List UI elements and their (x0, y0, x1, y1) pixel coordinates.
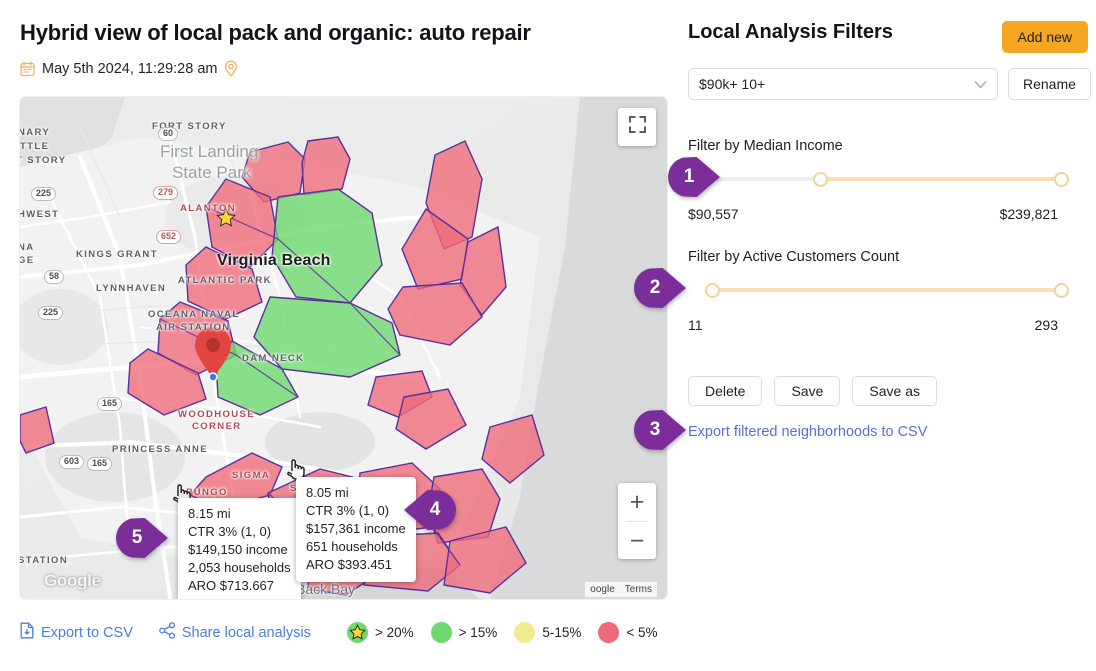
map-tooltip-right: 8.05 mi CTR 3% (1, 0) $157,361 income 65… (296, 477, 416, 582)
callout-number: 2 (650, 277, 661, 299)
map-zoom-controls[interactable]: + − (618, 483, 656, 559)
median-income-min: $90,557 (688, 206, 739, 222)
app-root: Hybrid view of local pack and organic: a… (0, 0, 1096, 671)
attribution-google: oogle (585, 582, 619, 597)
tooltip-line: 651 households (306, 538, 406, 556)
page-title: Hybrid view of local pack and organic: a… (20, 20, 531, 46)
tooltip-line: $157,361 income (306, 520, 406, 538)
share-icon (159, 622, 176, 643)
share-label: Share local analysis (182, 625, 311, 641)
file-download-icon (20, 622, 35, 643)
route-shield: 225 (31, 187, 56, 201)
callout-badge-5: 5 (116, 518, 168, 558)
active-customers-range: 11 293 (688, 317, 1058, 333)
filter-actions: Delete Save Save as (688, 376, 937, 406)
location-pin-icon (224, 60, 238, 77)
report-timestamp: May 5th 2024, 11:29:28 am (42, 61, 217, 77)
callout-badge-3: 3 (634, 410, 686, 450)
map-attribution[interactable]: oogle Terms (585, 582, 657, 597)
filter-select[interactable]: $90k+ 10+ (688, 68, 998, 100)
legend-item-under-5: < 5% (598, 622, 657, 643)
callout-badge-4: 4 (404, 490, 456, 530)
slider-handle-min[interactable] (705, 283, 720, 298)
local-analysis-filters-panel: Local Analysis Filters Add new $90k+ 10+… (688, 0, 1096, 671)
legend-dot-red (598, 622, 619, 643)
route-shield: 603 (59, 455, 84, 469)
median-income-slider[interactable] (706, 168, 1062, 190)
attribution-terms[interactable]: Terms (620, 582, 657, 597)
zoom-in-button[interactable]: + (618, 483, 656, 521)
route-shield: 225 (38, 306, 63, 320)
chevron-down-icon (974, 76, 987, 92)
legend-label: > 20% (375, 625, 414, 640)
delete-button[interactable]: Delete (688, 376, 762, 406)
slider-handle-min[interactable] (813, 172, 828, 187)
callout-number: 4 (430, 499, 441, 521)
legend-label: < 5% (626, 625, 657, 640)
legend-item-5-15: 5-15% (514, 622, 581, 643)
zoom-out-button[interactable]: − (618, 522, 656, 560)
route-shield: 60 (158, 127, 178, 141)
tooltip-line: 8.15 mi (188, 505, 291, 523)
slider-handle-max[interactable] (1054, 283, 1069, 298)
tooltip-line: 8.05 mi (306, 484, 406, 502)
report-meta: May 5th 2024, 11:29:28 am (20, 60, 238, 77)
calendar-icon (20, 61, 35, 77)
filter-select-value: $90k+ 10+ (699, 76, 765, 92)
tooltip-line: ARO $713.667 (188, 577, 291, 595)
active-customers-min: 11 (688, 317, 703, 333)
legend-item-over-15: > 15% (431, 622, 498, 643)
legend-dot-green (431, 622, 452, 643)
tooltip-line: CTR 3% (1, 0) (306, 502, 406, 520)
route-shield: 165 (97, 397, 122, 411)
export-to-csv-label: Export to CSV (41, 625, 133, 641)
legend-item-over-20: > 20% (347, 622, 414, 643)
fullscreen-icon (629, 116, 646, 138)
active-customers-slider[interactable] (706, 279, 1062, 301)
save-button[interactable]: Save (774, 376, 840, 406)
tooltip-line: 2,053 households (188, 559, 291, 577)
filter-select-row: $90k+ 10+ Rename (688, 68, 1091, 100)
callout-badge-2: 2 (634, 268, 686, 308)
legend-label: > 15% (459, 625, 498, 640)
add-new-button[interactable]: Add new (1002, 21, 1088, 53)
panel-title: Local Analysis Filters (688, 21, 893, 44)
export-filtered-neighborhoods-link[interactable]: Export filtered neighborhoods to CSV (688, 424, 927, 440)
median-income-range: $90,557 $239,821 (688, 206, 1058, 222)
map-footer-actions: Export to CSV Share local analysis (20, 622, 311, 643)
callout-badge-1: 1 (668, 157, 720, 197)
callout-number: 1 (684, 166, 695, 188)
slider-fill (706, 288, 1062, 292)
export-to-csv-link[interactable]: Export to CSV (20, 622, 133, 643)
route-shield: 279 (153, 186, 178, 200)
median-income-max: $239,821 (1000, 206, 1058, 222)
active-customers-label: Filter by Active Customers Count (688, 249, 899, 265)
fullscreen-button[interactable] (618, 108, 656, 146)
legend-dot-yellow (514, 622, 535, 643)
callout-number: 3 (650, 419, 661, 441)
route-shield: 58 (44, 270, 64, 284)
left-column: Hybrid view of local pack and organic: a… (0, 0, 690, 671)
map-tooltip-left: 8.15 mi CTR 3% (1, 0) $149,150 income 2,… (178, 498, 301, 599)
tooltip-line: CTR 3% (1, 0) (188, 523, 291, 541)
legend-label: 5-15% (542, 625, 581, 640)
tooltip-line: $149,150 income (188, 541, 291, 559)
slider-handle-max[interactable] (1054, 172, 1069, 187)
route-shield: 652 (156, 230, 181, 244)
legend: > 20% > 15% 5-15% < 5% (347, 622, 658, 643)
callout-number: 5 (132, 527, 143, 549)
slider-fill (820, 177, 1062, 181)
legend-dot-star (347, 622, 368, 643)
active-customers-max: 293 (1035, 317, 1058, 333)
share-local-analysis-link[interactable]: Share local analysis (159, 622, 311, 643)
tooltip-line: ARO $393.451 (306, 556, 406, 574)
rename-button[interactable]: Rename (1008, 68, 1091, 100)
median-income-label: Filter by Median Income (688, 138, 843, 154)
save-as-button[interactable]: Save as (852, 376, 937, 406)
route-shield: 165 (87, 457, 112, 471)
